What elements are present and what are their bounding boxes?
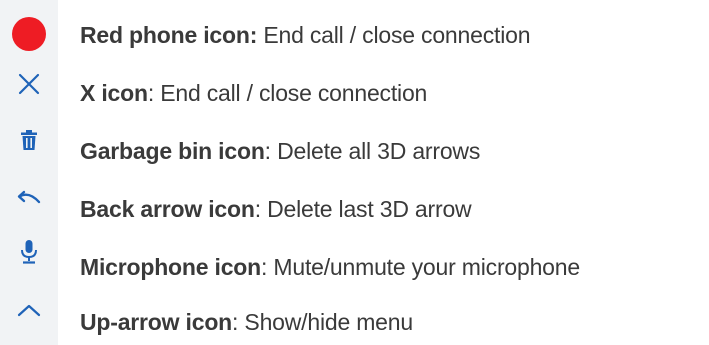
legend-icon-name: Up-arrow icon — [80, 309, 233, 335]
trash-icon — [21, 130, 37, 150]
delete-all-arrows-button[interactable] — [0, 115, 58, 165]
legend-item: X icon: End call / close connection — [80, 78, 427, 108]
close-connection-button[interactable] — [0, 59, 58, 109]
legend-icon-name: Back arrow icon — [80, 196, 255, 222]
legend-description: End call / close connection — [154, 80, 428, 106]
chevron-up-icon — [17, 304, 41, 317]
legend-icon-name: Red phone icon: — [80, 22, 258, 48]
legend-icon-name: Microphone icon — [80, 254, 262, 280]
undo-arrow-icon — [17, 190, 41, 204]
legend-description: End call / close connection — [257, 22, 531, 48]
call-toolbar — [0, 0, 58, 345]
red-phone-icon — [12, 17, 46, 51]
legend-item: Garbage bin icon: Delete all 3D arrows — [80, 136, 480, 166]
legend-item: Red phone icon: End call / close connect… — [80, 20, 530, 50]
mute-microphone-button[interactable] — [0, 227, 58, 277]
legend-item: Back arrow icon: Delete last 3D arrow — [80, 194, 472, 224]
legend-icon-name: X icon — [80, 80, 148, 106]
legend-description: Show/hide menu — [238, 309, 413, 335]
legend-item: Microphone icon: Mute/unmute your microp… — [80, 252, 580, 282]
legend-description: Mute/unmute your microphone — [267, 254, 580, 280]
legend-item: Up-arrow icon: Show/hide menu — [80, 307, 413, 337]
end-call-button[interactable] — [0, 9, 58, 59]
toggle-menu-button[interactable] — [0, 285, 58, 335]
close-x-icon — [18, 73, 40, 95]
legend-description: Delete last 3D arrow — [260, 196, 472, 222]
legend-description: Delete all 3D arrows — [270, 138, 481, 164]
legend-icon-name: Garbage bin icon — [80, 138, 265, 164]
microphone-icon — [21, 240, 37, 264]
delete-last-arrow-button[interactable] — [0, 172, 58, 222]
